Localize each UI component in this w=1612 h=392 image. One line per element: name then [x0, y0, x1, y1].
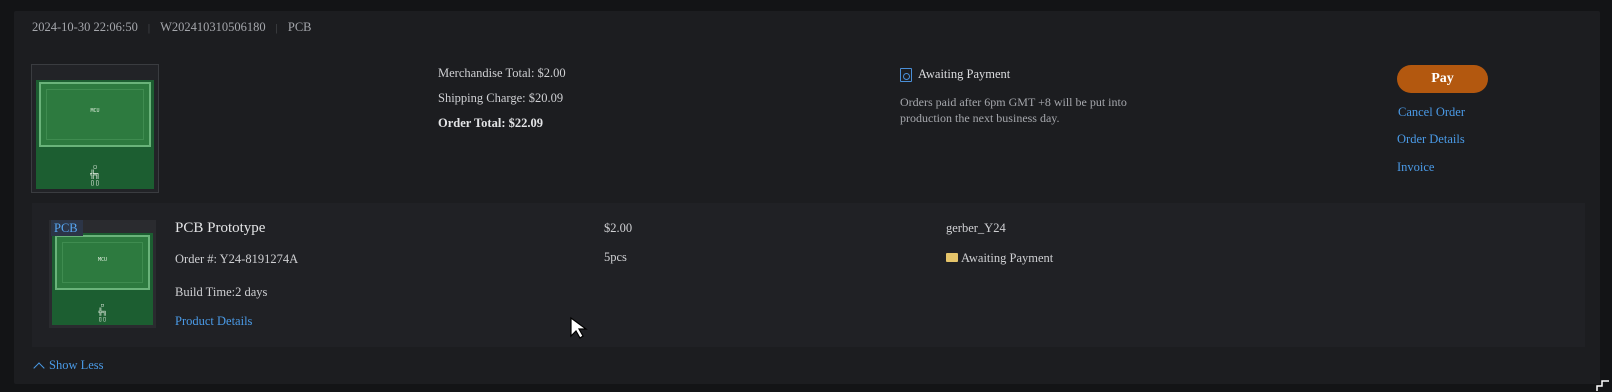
product-details-link[interactable]: Product Details	[175, 314, 252, 329]
merchandise-total: Merchandise Total: $2.00	[438, 66, 566, 80]
order-totals: Merchandise Total: $2.00 Shipping Charge…	[438, 66, 566, 141]
status-note: Orders paid after 6pm GMT +8 will be put…	[900, 95, 1127, 125]
show-less-label: Show Less	[49, 358, 104, 372]
pay-button[interactable]: Pay	[1397, 65, 1488, 93]
item-thumbnail[interactable]: MCU ▫ ╬╗ ▯▯	[49, 220, 156, 328]
order-status: Awaiting Payment	[900, 67, 1010, 82]
item-order-number: Order #: Y24-8191274A	[175, 252, 299, 266]
item-title: PCB Prototype	[175, 220, 266, 236]
order-category: PCB	[287, 20, 312, 34]
meta-separator: |	[275, 21, 278, 34]
order-thumbnail[interactable]: MCU ▫ ╬╗ ▯▯	[31, 64, 159, 193]
order-datetime: 2024-10-30 22:06:50	[32, 20, 138, 34]
search-document-icon	[900, 67, 912, 82]
pcb-preview-image: MCU ▫ ╬╗ ▯▯	[36, 80, 154, 189]
order-number: W202410310506180	[160, 20, 266, 34]
invoice-link[interactable]: Invoice	[1397, 160, 1434, 175]
item-status-label: Awaiting Payment	[961, 251, 1054, 265]
shipping-charge: Shipping Charge: $20.09	[438, 91, 564, 105]
item-status: Awaiting Payment	[946, 251, 1053, 266]
item-price: $2.00	[604, 221, 633, 235]
item-build-time: Build Time:2 days	[175, 285, 268, 299]
chevron-up-icon	[33, 361, 45, 374]
cancel-order-link[interactable]: Cancel Order	[1398, 105, 1465, 120]
folder-icon	[946, 253, 958, 262]
resize-grip-icon[interactable]	[1596, 378, 1610, 392]
item-quantity: 5pcs	[604, 250, 627, 264]
category-badge: PCB	[51, 220, 83, 236]
order-meta: 2024-10-30 22:06:50 | W202410310506180 |…	[32, 20, 312, 35]
mouse-cursor-icon	[570, 316, 588, 339]
order-details-link[interactable]: Order Details	[1397, 132, 1465, 147]
meta-separator: |	[147, 21, 151, 34]
pcb-preview-image: MCU ▫ ╬╗ ▯▯	[52, 233, 153, 325]
item-file-name: gerber_Y24	[946, 221, 1006, 235]
show-less-toggle[interactable]: Show Less	[33, 358, 104, 374]
order-status-label: Awaiting Payment	[918, 67, 1011, 81]
order-total: Order Total: $22.09	[438, 116, 543, 130]
